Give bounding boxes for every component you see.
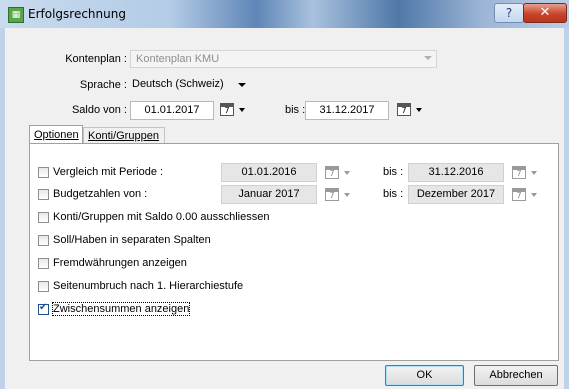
- calendar-day: 7: [224, 106, 230, 115]
- tab-konti-gruppen-label: Konti/Gruppen: [88, 130, 159, 142]
- soll-haben-checkbox[interactable]: [38, 235, 49, 246]
- vergleich-label: Vergleich mit Periode :: [53, 166, 164, 178]
- date-dropdown-icon[interactable]: [531, 171, 537, 175]
- window-frame-right: [564, 28, 569, 389]
- cancel-button[interactable]: Abbrechen: [474, 365, 558, 386]
- budget-from-value: Januar 2017: [238, 188, 300, 200]
- sprache-label: Sprache :: [79, 79, 127, 91]
- calendar-day: 7: [329, 191, 335, 200]
- vergleich-to-value: 31.12.2016: [428, 166, 484, 178]
- saldo-bis-label: bis :: [285, 104, 306, 116]
- budget-checkbox[interactable]: [38, 189, 49, 200]
- date-dropdown-icon[interactable]: [344, 171, 350, 175]
- calendar-icon[interactable]: 7: [325, 188, 339, 201]
- calendar-icon[interactable]: 7: [325, 166, 339, 179]
- sprache-select[interactable]: Deutsch (Schweiz): [130, 76, 248, 94]
- fremdwaehrung-checkbox[interactable]: [38, 258, 49, 269]
- budget-to-value: Dezember 2017: [416, 188, 496, 200]
- calendar-icon[interactable]: 7: [397, 103, 411, 116]
- calendar-icon[interactable]: 7: [512, 166, 526, 179]
- calendar-icon[interactable]: 7: [220, 103, 234, 116]
- chevron-down-icon: [238, 83, 246, 87]
- vergleich-from-input[interactable]: 01.01.2016: [221, 163, 317, 182]
- budget-bis-label: bis :: [383, 188, 404, 200]
- window-title: Erfolgsrechnung: [28, 7, 126, 21]
- vergleich-from-value: 01.01.2016: [241, 166, 297, 178]
- saldo-to-input[interactable]: 31.12.2017: [305, 101, 389, 120]
- budget-to-select[interactable]: Dezember 2017: [408, 185, 504, 204]
- budget-label: Budgetzahlen von :: [53, 188, 148, 200]
- zwischensummen-checkbox[interactable]: [38, 302, 49, 315]
- saldo-from-value: 01.01.2017: [144, 104, 200, 116]
- close-button[interactable]: ✕: [523, 3, 567, 23]
- seitenumbruch-label: Seitenumbruch nach 1. Hierarchiestufe: [53, 280, 244, 292]
- soll-haben-label: Soll/Haben in separaten Spalten: [53, 234, 211, 246]
- title-bar: ▦ Erfolgsrechnung ? ✕: [0, 0, 569, 28]
- date-dropdown-icon[interactable]: [416, 108, 422, 112]
- saldo-von-label: Saldo von :: [71, 104, 127, 116]
- zwischensummen-label: Zwischensummen anzeigen: [51, 302, 191, 316]
- calendar-day: 7: [516, 191, 522, 200]
- tab-optionen[interactable]: Optionen: [29, 125, 83, 143]
- help-button[interactable]: ?: [494, 3, 524, 23]
- calendar-day: 7: [401, 106, 407, 115]
- tab-optionen-label: Optionen: [34, 129, 79, 141]
- vergleich-to-input[interactable]: 31.12.2016: [408, 163, 504, 182]
- calendar-day: 7: [516, 169, 522, 178]
- kontenplan-select[interactable]: Kontenplan KMU: [130, 50, 437, 68]
- date-dropdown-icon[interactable]: [344, 193, 350, 197]
- calendar-icon[interactable]: 7: [512, 188, 526, 201]
- tab-konti-gruppen[interactable]: Konti/Gruppen: [83, 127, 165, 143]
- vergleich-bis-label: bis :: [383, 166, 404, 178]
- ok-button[interactable]: OK: [385, 365, 464, 386]
- sprache-value: Deutsch (Schweiz): [132, 78, 224, 90]
- kontenplan-label: Kontenplan :: [65, 53, 127, 65]
- date-dropdown-icon[interactable]: [239, 108, 245, 112]
- saldo-null-checkbox[interactable]: [38, 212, 49, 223]
- vergleich-checkbox[interactable]: [38, 167, 49, 178]
- date-dropdown-icon[interactable]: [531, 193, 537, 197]
- fremdwaehrung-label: Fremdwährungen anzeigen: [53, 257, 187, 269]
- budget-from-select[interactable]: Januar 2017: [221, 185, 317, 204]
- chevron-down-icon: [424, 56, 432, 60]
- saldo-to-value: 31.12.2017: [319, 104, 375, 116]
- kontenplan-value: Kontenplan KMU: [136, 53, 220, 65]
- dialog-body: Kontenplan : Kontenplan KMU Sprache : De…: [5, 28, 564, 389]
- calendar-day: 7: [329, 169, 335, 178]
- saldo-null-label: Konti/Gruppen mit Saldo 0.00 ausschliess…: [53, 211, 270, 223]
- seitenumbruch-checkbox[interactable]: [38, 281, 49, 292]
- saldo-from-input[interactable]: 01.01.2017: [130, 101, 214, 120]
- app-icon: ▦: [8, 7, 24, 23]
